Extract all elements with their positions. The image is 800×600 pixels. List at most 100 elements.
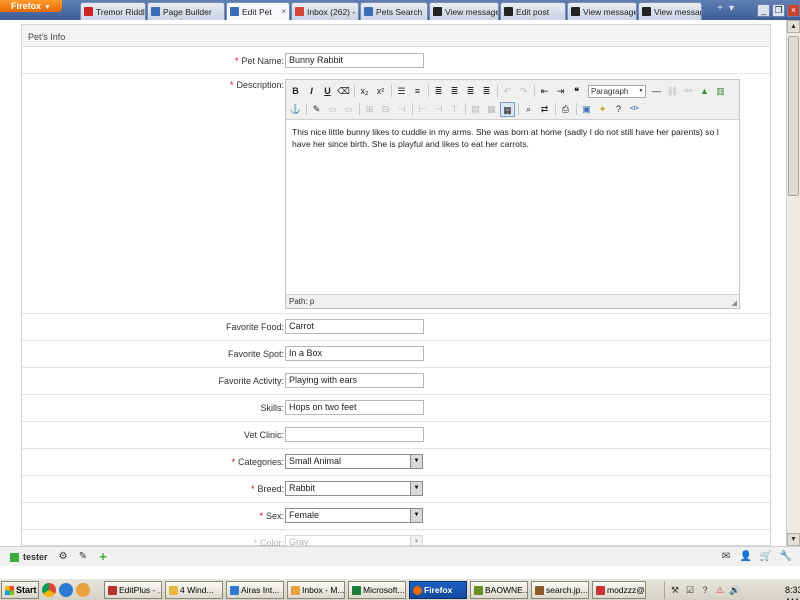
eraser-icon[interactable]: ⌫ [336, 84, 351, 99]
editor-content[interactable]: This nice little bunny likes to cuddle i… [286, 120, 739, 294]
tab-edit-post[interactable]: Edit post [500, 2, 566, 20]
cart-icon[interactable]: 🛒 [758, 550, 774, 564]
table-icon[interactable]: ▦ [500, 101, 515, 117]
edit-icon[interactable]: ✎ [75, 550, 91, 564]
scroll-up-icon[interactable]: ▲ [787, 20, 800, 33]
find-icon[interactable]: ⌕ [521, 102, 536, 117]
anchor-icon[interactable]: ⚓ [288, 102, 303, 117]
table-col-before-icon[interactable]: ⊢ [415, 102, 430, 117]
edit-icon[interactable]: ✎ [309, 102, 324, 117]
vertical-scrollbar[interactable]: ▲ ▼ [786, 20, 800, 546]
categories-select[interactable]: Small Animal ▼ [285, 454, 423, 469]
unlink-icon[interactable]: ⚯ [681, 84, 696, 99]
user-icon[interactable]: 👤 [738, 550, 754, 564]
list-tabs-icon[interactable]: ▾ [729, 3, 740, 14]
favorite-food-input[interactable]: Carrot [285, 319, 424, 334]
tab-view-message-2[interactable]: View message [567, 2, 637, 20]
table-props-icon[interactable]: ▦ [484, 102, 499, 117]
tray-help-icon[interactable]: ? [699, 584, 711, 596]
preview-icon[interactable]: ▣ [579, 102, 594, 117]
color-select[interactable]: Gray ▼ [285, 535, 423, 546]
align-justify-icon[interactable]: ≣ [479, 84, 494, 99]
align-center-icon[interactable]: ≣ [447, 84, 462, 99]
task-editplus[interactable]: EditPlus - ... [104, 581, 162, 599]
table-merge-icon[interactable]: ▤ [468, 102, 483, 117]
close-window-icon[interactable]: × [787, 3, 800, 17]
format-select[interactable]: Paragraph ▼ [588, 84, 646, 98]
blockquote-icon[interactable]: ❝ [569, 84, 584, 99]
task-firefox[interactable]: Firefox [409, 581, 467, 599]
outdent-icon[interactable]: ⇤ [537, 84, 552, 99]
print-icon[interactable]: ⎙ [558, 102, 573, 117]
task-airas[interactable]: Airas Int... [226, 581, 284, 599]
wrench-icon[interactable]: 🔧 [778, 550, 794, 564]
bullet-list-icon[interactable]: ☰ [394, 84, 409, 99]
subscript-icon[interactable]: x₂ [357, 84, 372, 99]
tab-tremor[interactable]: Tremor Riddl... [80, 2, 146, 20]
resize-grip-icon[interactable]: ◢ [732, 299, 737, 307]
breed-select[interactable]: Rabbit ▼ [285, 481, 423, 496]
tray-volume-icon[interactable]: 🔊 [729, 584, 741, 596]
tab-view-message-3[interactable]: View message [638, 2, 702, 20]
tab-inbox[interactable]: Inbox (262) - ... [291, 2, 359, 20]
table-col-after-icon[interactable]: ⊣ [431, 102, 446, 117]
task-search-image[interactable]: search.jp... [531, 581, 589, 599]
replace-icon[interactable]: ⇄ [537, 102, 552, 117]
bold-button[interactable]: B [288, 84, 303, 99]
html-source-icon[interactable]: </> [627, 102, 642, 117]
task-baowne[interactable]: BAOWNE... [470, 581, 528, 599]
table-split-icon[interactable]: ⊣ [394, 102, 409, 117]
firefox-menu-button[interactable]: Firefox ▼ [0, 0, 62, 12]
chrome-icon[interactable] [42, 583, 56, 597]
restore-icon[interactable]: ❐ [772, 3, 785, 17]
undo-icon[interactable]: ↶ [500, 84, 515, 99]
task-excel[interactable]: Microsoft... [348, 581, 406, 599]
media-icon[interactable]: ▥ [713, 84, 728, 99]
underline-button[interactable]: U [320, 84, 335, 99]
tray-warning-icon[interactable]: ⚠ [714, 584, 726, 596]
skills-input[interactable]: Hops on two feet [285, 400, 424, 415]
help-icon[interactable]: ? [611, 102, 626, 117]
tab-pets-search[interactable]: Pets Search [360, 2, 428, 20]
gear-icon[interactable]: ⚙ [55, 550, 71, 564]
close-tab-icon[interactable]: × [278, 7, 286, 16]
task-inbox[interactable]: Inbox - M... [287, 581, 345, 599]
superscript-icon[interactable]: x² [373, 84, 388, 99]
mail-icon[interactable]: ✉ [718, 550, 734, 564]
image-icon[interactable]: ▲ [697, 84, 712, 99]
tab-page-builder[interactable]: Page Builder [147, 2, 225, 20]
tab-view-message-1[interactable]: View message [429, 2, 499, 20]
app-icon[interactable] [76, 583, 90, 597]
redo-icon[interactable]: ↷ [516, 84, 531, 99]
ie-icon[interactable] [59, 583, 73, 597]
favorite-spot-input[interactable]: In a Box [285, 346, 424, 361]
scroll-thumb[interactable] [788, 36, 799, 196]
indent-icon[interactable]: ⇥ [553, 84, 568, 99]
align-right-icon[interactable]: ≣ [463, 84, 478, 99]
user-badge[interactable]: tester [10, 552, 48, 562]
pet-name-input[interactable]: Bunny Rabbit [285, 53, 424, 68]
table-delete-col-icon[interactable]: ⊤ [447, 102, 462, 117]
cleanup-icon[interactable]: ✦ [595, 102, 610, 117]
italic-button[interactable]: I [304, 84, 319, 99]
task-modzzz[interactable]: modzzz@... [592, 581, 646, 599]
link-icon[interactable]: ⛓ [665, 84, 680, 99]
favorite-activity-input[interactable]: Playing with ears [285, 373, 424, 388]
table-insert-row-icon[interactable]: ⊞ [362, 102, 377, 117]
copy-icon[interactable]: ▭ [341, 102, 356, 117]
tray-tool-icon[interactable]: ⚒ [669, 584, 681, 596]
cut-icon[interactable]: ▭ [325, 102, 340, 117]
tray-check-icon[interactable]: ☑ [684, 584, 696, 596]
numbered-list-icon[interactable]: ≡ [410, 84, 425, 99]
task-windows-explorer[interactable]: 4 Wind... [165, 581, 223, 599]
vet-clinic-input[interactable] [285, 427, 424, 442]
scroll-down-icon[interactable]: ▼ [787, 533, 800, 546]
horizontal-rule-icon[interactable]: — [649, 84, 664, 99]
new-tab-icon[interactable]: + [717, 3, 729, 14]
sex-select[interactable]: Female ▼ [285, 508, 423, 523]
plus-icon[interactable]: + [95, 550, 111, 564]
minimize-icon[interactable]: _ [757, 3, 770, 17]
table-delete-row-icon[interactable]: ⊟ [378, 102, 393, 117]
align-left-icon[interactable]: ≣ [431, 84, 446, 99]
start-button[interactable]: Start [1, 581, 39, 599]
